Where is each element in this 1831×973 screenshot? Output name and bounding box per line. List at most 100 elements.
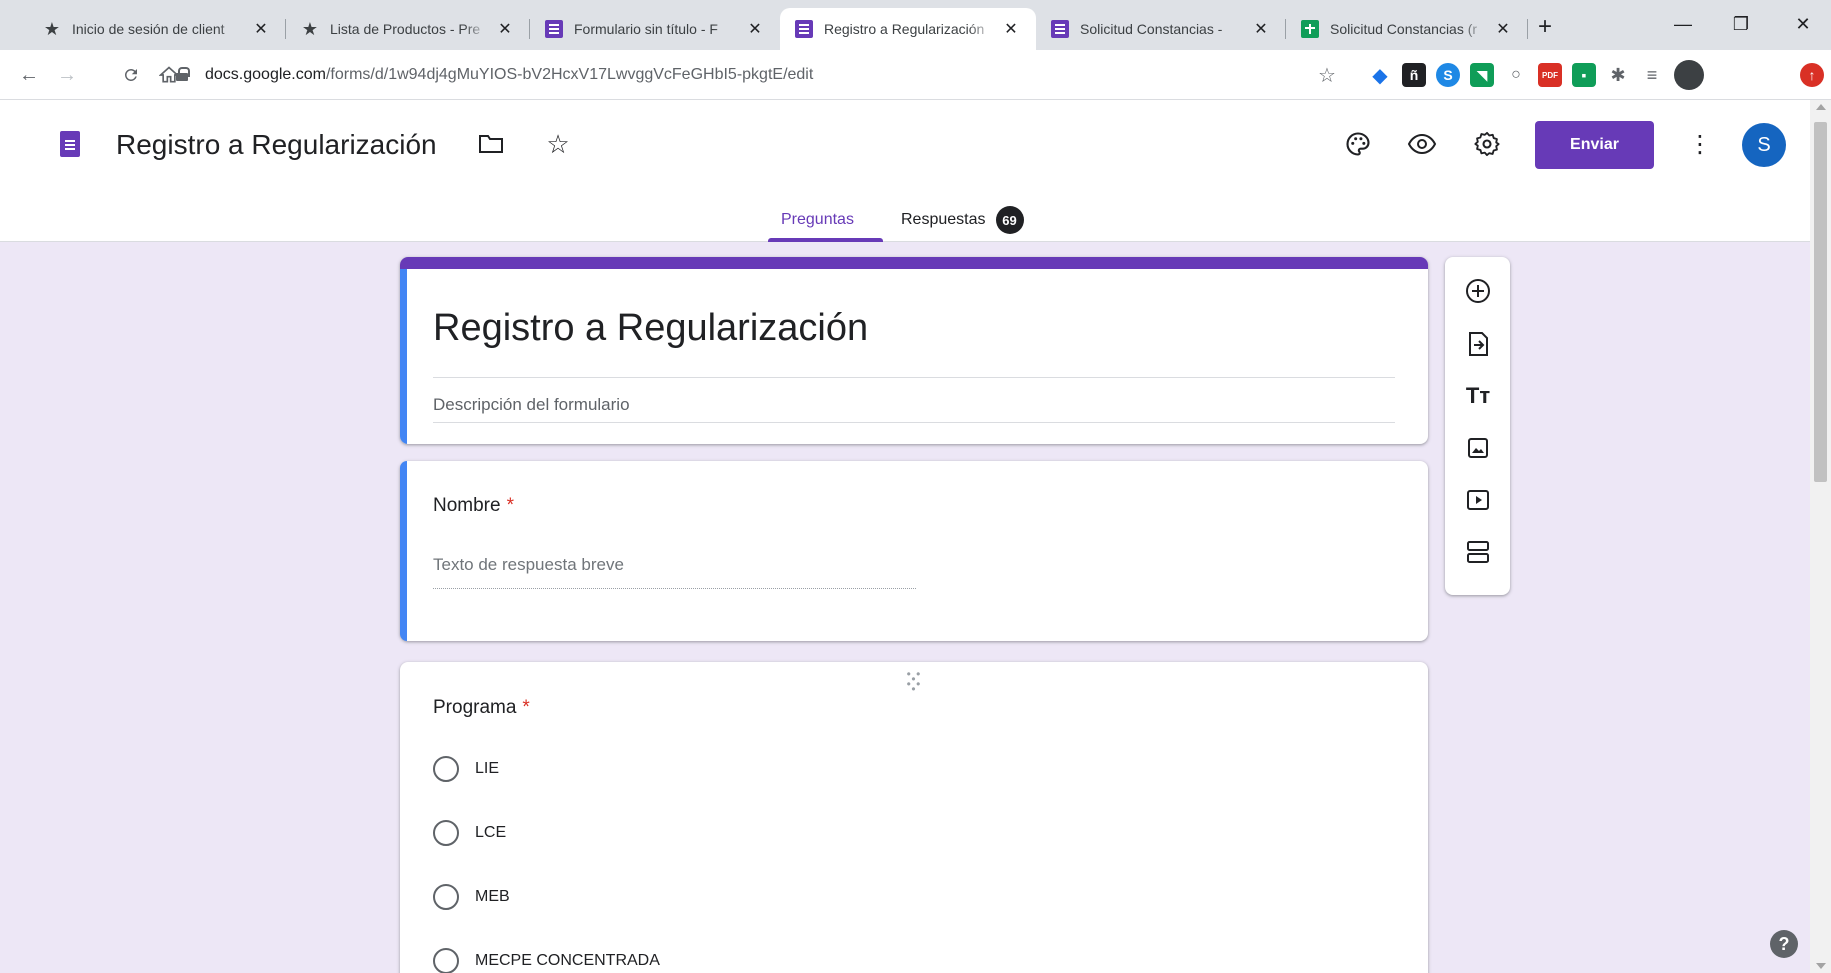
reload-icon: [124, 68, 137, 81]
preview-eye-icon[interactable]: [1406, 128, 1438, 160]
media-queue-icon[interactable]: ≡: [1640, 63, 1664, 87]
question-card-nombre[interactable]: Nombre * Texto de respuesta breve: [400, 461, 1428, 641]
browser-tab[interactable]: Solicitud Constancias (r ✕: [1286, 8, 1528, 50]
profile-avatar-icon[interactable]: [1674, 60, 1704, 90]
google-forms-icon: [544, 19, 564, 39]
radio-option[interactable]: LIE: [433, 754, 499, 784]
close-icon[interactable]: ✕: [1250, 18, 1272, 40]
active-card-indicator: [400, 269, 407, 444]
close-icon[interactable]: ✕: [250, 18, 272, 40]
extension-pdf-icon[interactable]: PDF: [1538, 63, 1562, 87]
new-tab-button[interactable]: +: [1530, 12, 1560, 42]
question-label[interactable]: Programa *: [433, 697, 530, 719]
form-title[interactable]: Registro a Regularización: [433, 307, 868, 350]
send-button[interactable]: Enviar: [1535, 121, 1654, 169]
tab-responses-label: Respuestas: [901, 211, 986, 228]
form-tabs: Preguntas Respuestas 69: [0, 198, 1810, 242]
tab-title: Formulario sin título - F: [574, 21, 718, 37]
radio-option[interactable]: MEB: [433, 882, 510, 912]
tab-separator: [1527, 19, 1528, 39]
form-description-field[interactable]: Descripción del formulario: [433, 395, 630, 415]
short-answer-underline: [433, 588, 916, 589]
scroll-up-arrow-icon[interactable]: [1816, 104, 1826, 110]
browser-tab-active[interactable]: Registro a Regularización ✕: [780, 8, 1036, 50]
extensions-puzzle-icon[interactable]: ✱: [1606, 63, 1630, 87]
restore-button[interactable]: ❐: [1718, 8, 1764, 40]
tab-responses[interactable]: Respuestas 69: [901, 198, 1024, 242]
star-icon: ★: [43, 19, 61, 39]
add-video-icon[interactable]: [1461, 483, 1495, 517]
scrollbar-thumb[interactable]: [1814, 122, 1827, 482]
title-underline: [433, 377, 1395, 378]
browser-tab[interactable]: Solicitud Constancias - ✕: [1036, 8, 1286, 50]
option-label: LCE: [475, 824, 507, 841]
folder-icon[interactable]: [475, 128, 507, 160]
star-icon[interactable]: ☆: [542, 128, 574, 160]
browser-tab-strip: ★ Inicio de sesión de client ✕ ★ Lista d…: [0, 0, 1831, 50]
question-title: Programa: [433, 697, 517, 718]
close-icon[interactable]: ✕: [1492, 18, 1514, 40]
browser-tab[interactable]: ★ Inicio de sesión de client ✕: [28, 8, 286, 50]
browser-tab[interactable]: ★ Lista de Productos - Pre ✕: [286, 8, 530, 50]
extension-classroom-icon[interactable]: ▪: [1572, 63, 1596, 87]
close-icon[interactable]: ✕: [744, 18, 766, 40]
import-questions-icon[interactable]: [1461, 327, 1495, 361]
radio-option[interactable]: MECPE CONCENTRADA: [433, 946, 660, 973]
reload-button[interactable]: [116, 60, 146, 90]
avatar[interactable]: S: [1742, 123, 1786, 167]
question-title: Nombre: [433, 495, 501, 516]
bookmark-star-icon[interactable]: ☆: [1312, 60, 1342, 90]
google-forms-icon[interactable]: [60, 131, 80, 157]
short-answer-placeholder: Texto de respuesta breve: [433, 555, 624, 574]
close-icon[interactable]: ✕: [494, 18, 516, 40]
radio-button[interactable]: [433, 948, 459, 973]
add-title-icon[interactable]: Tт: [1461, 379, 1495, 413]
address-bar[interactable]: docs.google.com/forms/d/1w94dj4gMuYIOS-b…: [205, 62, 813, 88]
close-window-button[interactable]: ✕: [1780, 8, 1826, 40]
extension-n-icon[interactable]: ñ: [1402, 63, 1426, 87]
browser-toolbar: ← → docs.google.com/forms/d/1w94dj4gMuYI…: [0, 50, 1831, 100]
lock-icon[interactable]: [176, 67, 190, 81]
form-title-card[interactable]: Registro a Regularización Descripción de…: [400, 257, 1428, 444]
tab-title: Solicitud Constancias -: [1080, 21, 1223, 37]
add-section-icon[interactable]: [1461, 535, 1495, 569]
tab-title: Lista de Productos - Pre: [330, 21, 481, 37]
google-sheets-icon: [1300, 19, 1320, 39]
star-sparkle-icon: ★: [301, 19, 319, 39]
update-alert-icon[interactable]: ↑: [1800, 63, 1824, 87]
question-card-programa[interactable]: • • • • • • Programa * LIE LCE MEB MECPE C…: [400, 662, 1428, 973]
radio-option[interactable]: LCE: [433, 818, 506, 848]
settings-gear-icon[interactable]: [1471, 128, 1503, 160]
back-button[interactable]: ←: [14, 60, 44, 90]
minimize-button[interactable]: —: [1660, 8, 1706, 40]
extension-circle-icon[interactable]: ○: [1504, 63, 1528, 87]
google-forms-icon: [1050, 19, 1070, 39]
forms-header: Registro a Regularización ☆ Enviar ⋮ S P…: [0, 100, 1810, 242]
browser-tab[interactable]: Formulario sin título - F ✕: [530, 8, 780, 50]
floating-toolbar: Tт: [1445, 257, 1510, 595]
radio-button[interactable]: [433, 820, 459, 846]
add-image-icon[interactable]: [1461, 431, 1495, 465]
drag-handle-icon[interactable]: • • • • • •: [904, 668, 924, 695]
more-options-icon[interactable]: ⋮: [1684, 128, 1716, 160]
google-forms-icon: [794, 19, 814, 39]
add-question-icon[interactable]: [1461, 274, 1495, 308]
palette-icon[interactable]: [1342, 128, 1374, 160]
radio-button[interactable]: [433, 884, 459, 910]
url-host: docs.google.com: [205, 66, 326, 83]
page-scrollbar[interactable]: [1810, 100, 1831, 973]
tab-questions[interactable]: Preguntas: [781, 198, 854, 242]
extension-s-icon[interactable]: S: [1436, 63, 1460, 87]
document-title[interactable]: Registro a Regularización: [116, 129, 437, 161]
question-label[interactable]: Nombre *: [433, 495, 514, 517]
help-icon[interactable]: ?: [1770, 930, 1798, 958]
option-label: MECPE CONCENTRADA: [475, 952, 660, 969]
close-icon[interactable]: ✕: [1000, 18, 1022, 40]
extension-feed-icon[interactable]: ◥: [1470, 63, 1494, 87]
option-label: MEB: [475, 888, 510, 905]
radio-button[interactable]: [433, 756, 459, 782]
scroll-down-arrow-icon[interactable]: [1816, 963, 1826, 969]
extension-graduation-icon[interactable]: ◆: [1368, 63, 1392, 87]
tab-title: Inicio de sesión de client: [72, 21, 225, 37]
forward-button[interactable]: →: [52, 60, 82, 90]
